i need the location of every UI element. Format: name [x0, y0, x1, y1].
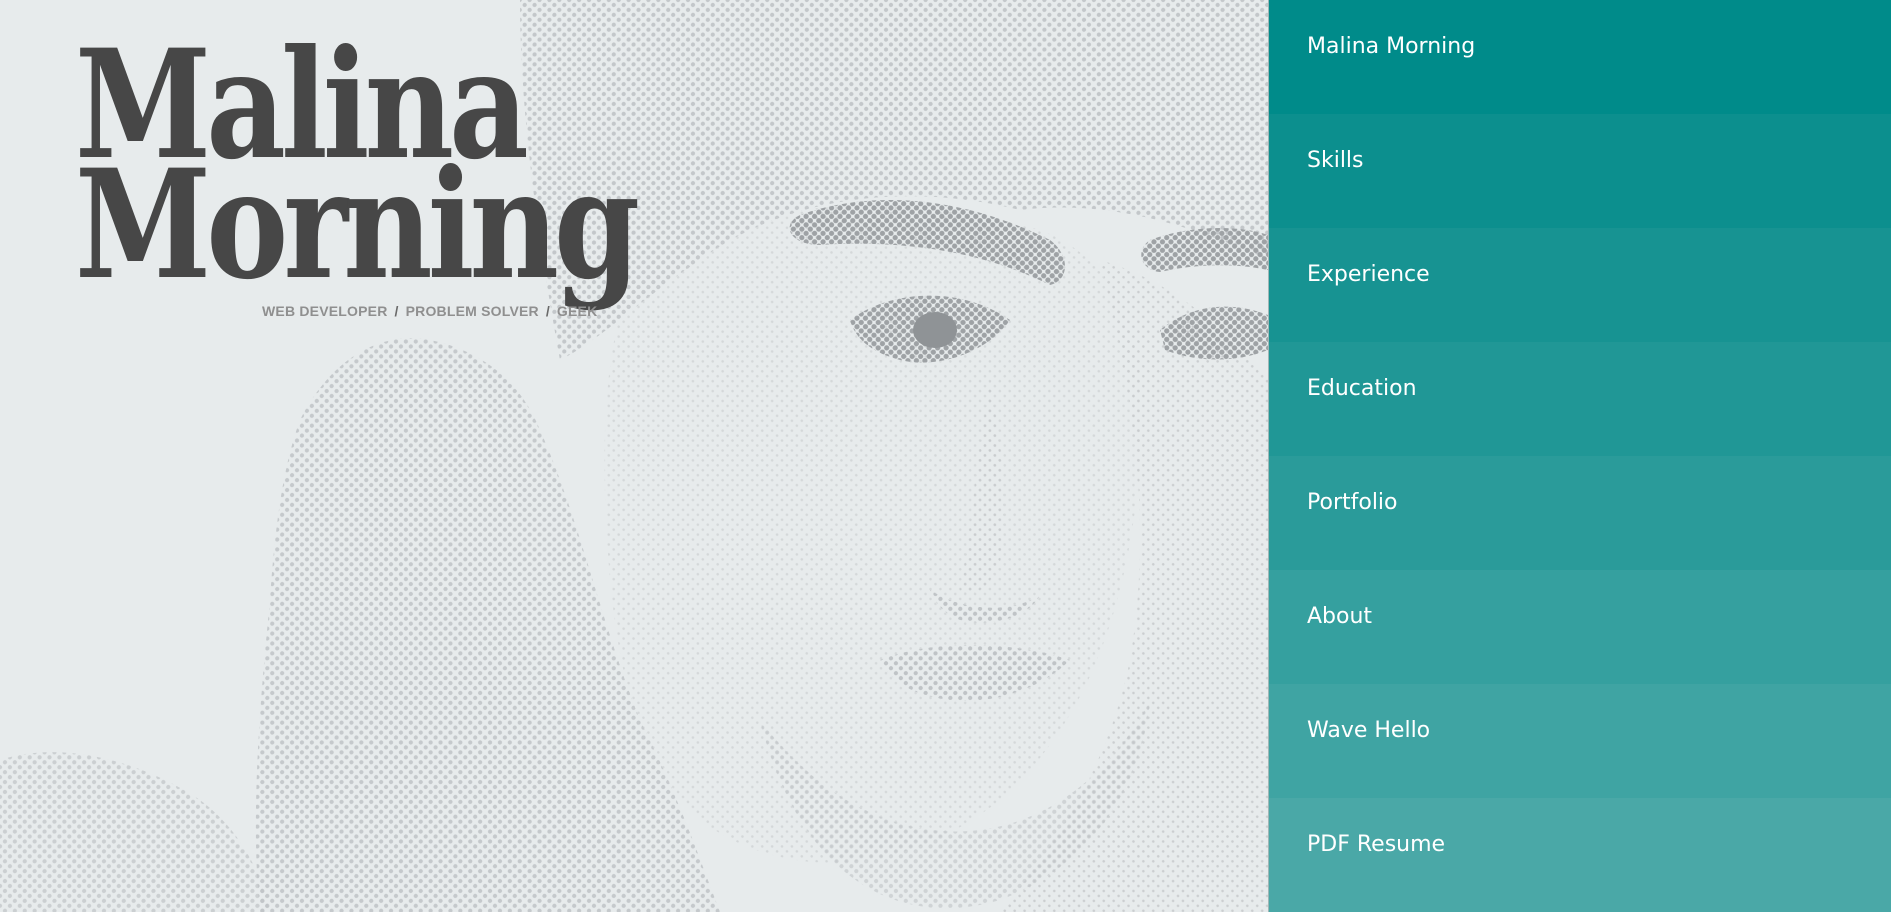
nav-item-experience[interactable]: Experience — [1269, 228, 1891, 342]
nav-item-label: Malina Morning — [1307, 34, 1476, 59]
nav-item-label: Education — [1307, 376, 1417, 401]
nav-item-label: PDF Resume — [1307, 832, 1446, 857]
nav-item-wave-hello[interactable]: Wave Hello — [1269, 684, 1891, 798]
page: Malina Morning WEB DEVELOPER / PROBLEM SOL… — [0, 0, 1891, 912]
tagline-separator: / — [545, 303, 550, 319]
tagline-separator: / — [394, 303, 399, 319]
hero-section: Malina Morning WEB DEVELOPER / PROBLEM SOL… — [0, 0, 1268, 912]
brand-logo: Malina Morning — [55, 10, 705, 400]
nav-item-label: Skills — [1307, 148, 1364, 173]
nav-item-malina-morning[interactable]: Malina Morning — [1269, 0, 1891, 114]
main-nav: Malina Morning Skills Experience Educati… — [1268, 0, 1891, 912]
nav-item-label: Experience — [1307, 262, 1430, 287]
tagline: WEB DEVELOPER / PROBLEM SOLVER / GEEK — [262, 303, 597, 319]
tagline-item-geek: GEEK — [556, 303, 598, 319]
nav-item-label: Portfolio — [1307, 490, 1398, 515]
tagline-item-web-developer: WEB DEVELOPER — [262, 303, 388, 319]
nav-item-label: About — [1307, 604, 1373, 629]
nav-item-pdf-resume[interactable]: PDF Resume — [1269, 798, 1891, 912]
nav-item-skills[interactable]: Skills — [1269, 114, 1891, 228]
logo-name-line2: Morning — [75, 137, 640, 313]
nav-item-label: Wave Hello — [1307, 718, 1431, 743]
nav-item-education[interactable]: Education — [1269, 342, 1891, 456]
nav-item-portfolio[interactable]: Portfolio — [1269, 456, 1891, 570]
tagline-item-problem-solver: PROBLEM SOLVER — [405, 303, 539, 319]
nav-item-about[interactable]: About — [1269, 570, 1891, 684]
